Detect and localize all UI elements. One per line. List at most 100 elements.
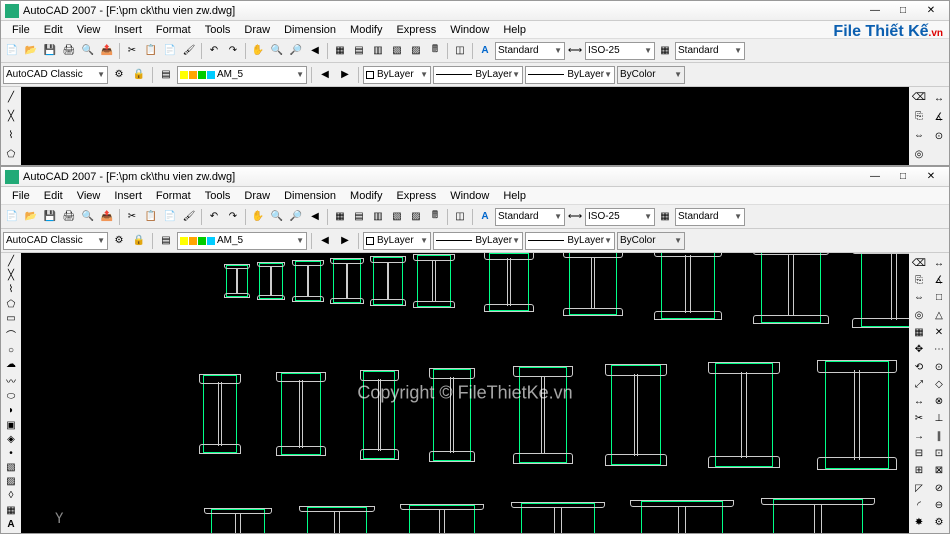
ibeam-section[interactable] — [281, 373, 321, 455]
tp-icon[interactable]: ▥ — [369, 42, 387, 60]
line-icon[interactable]: ╱ — [2, 255, 20, 268]
erase-icon[interactable]: ⌫ — [910, 255, 928, 271]
snappar-icon[interactable]: ∥ — [930, 428, 948, 444]
ws-lock-icon[interactable]: 🔒 — [130, 66, 148, 84]
snapcen-icon[interactable]: ⊙ — [930, 359, 948, 375]
zoom-icon[interactable]: 🔍 — [268, 208, 286, 226]
dimstyle-icon[interactable]: ⟷ — [566, 42, 584, 60]
preview-icon[interactable]: 🔍 — [79, 42, 97, 60]
layer-combo[interactable]: AM_5▼ — [177, 66, 307, 84]
rev-icon[interactable]: ☁ — [2, 358, 20, 371]
menu-express[interactable]: Express — [391, 23, 441, 37]
menu-view[interactable]: View — [72, 23, 106, 37]
text-style-combo[interactable]: Standard▼ — [495, 208, 565, 226]
color-combo[interactable]: ByLayer▼ — [363, 66, 431, 84]
textstyle-icon[interactable]: A — [476, 42, 494, 60]
publish-icon[interactable]: 📤 — [98, 208, 116, 226]
stretch-icon[interactable]: ↔ — [910, 394, 928, 410]
snapend-icon[interactable]: □ — [930, 290, 948, 306]
open-icon[interactable]: 📂 — [22, 208, 40, 226]
cline-icon[interactable]: ╳ — [2, 108, 20, 126]
pline-icon[interactable]: ⌇ — [2, 127, 20, 145]
menu-draw[interactable]: Draw — [239, 189, 275, 203]
ibeam-section[interactable] — [773, 499, 863, 533]
print-icon[interactable]: 🖨 — [60, 42, 78, 60]
snapext-icon[interactable]: ⋯ — [930, 342, 948, 358]
ibeam-section[interactable] — [761, 253, 821, 323]
cline-icon[interactable]: ╳ — [2, 269, 20, 282]
erase-icon[interactable]: ⌫ — [910, 89, 928, 107]
snapnone-icon[interactable]: ⊖ — [930, 497, 948, 513]
layer-prev-icon[interactable]: ◀ — [316, 66, 334, 84]
table-icon[interactable]: ▦ — [2, 504, 20, 517]
ibeam-section[interactable] — [641, 501, 723, 533]
save-icon[interactable]: 💾 — [41, 208, 59, 226]
move-icon[interactable]: ✥ — [910, 342, 928, 358]
menu-file[interactable]: File — [7, 23, 35, 37]
extend-icon[interactable]: → — [910, 428, 928, 444]
dim3-icon[interactable]: ⊙ — [930, 127, 948, 145]
pline-icon[interactable]: ⌇ — [2, 283, 20, 296]
new-icon[interactable]: 📄 — [3, 208, 21, 226]
undo-icon[interactable]: ↶ — [205, 208, 223, 226]
make-icon[interactable]: ◈ — [2, 433, 20, 446]
text-style-combo[interactable]: Standard▼ — [495, 42, 565, 60]
ibeam-section[interactable] — [203, 375, 237, 453]
zoom-icon[interactable]: 🔍 — [268, 42, 286, 60]
pan-icon[interactable]: ✋ — [249, 208, 267, 226]
ws-settings-icon[interactable]: ⚙ — [110, 66, 128, 84]
minimize-button[interactable]: — — [861, 169, 889, 185]
chamfer-icon[interactable]: ◸ — [910, 480, 928, 496]
menu-format[interactable]: Format — [151, 23, 196, 37]
layer-state-icon[interactable]: ▶ — [336, 232, 354, 250]
explode-icon[interactable]: ✸ — [910, 515, 928, 531]
zoomp-icon[interactable]: ◀ — [306, 208, 324, 226]
dimstyle-icon[interactable]: ⟷ — [566, 208, 584, 226]
paste-icon[interactable]: 📄 — [161, 42, 179, 60]
ibeam-section[interactable] — [373, 257, 403, 305]
menu-modify[interactable]: Modify — [345, 189, 387, 203]
ssm-icon[interactable]: ▧ — [388, 208, 406, 226]
ssm-icon[interactable]: ▧ — [388, 42, 406, 60]
ibeam-section[interactable] — [333, 259, 361, 303]
ibeam-section[interactable] — [519, 367, 567, 463]
dim-style-combo[interactable]: ISO-25▼ — [585, 208, 655, 226]
line-icon[interactable]: ╱ — [2, 89, 20, 107]
snapnode-icon[interactable]: ⊠ — [930, 463, 948, 479]
ibeam-section[interactable] — [489, 253, 529, 311]
ibeam-section[interactable] — [211, 509, 265, 533]
ibeam-section[interactable] — [307, 507, 367, 533]
lweight-combo[interactable]: ByLayer▼ — [525, 66, 615, 84]
drawing-canvas-2[interactable]: Copyright © FileThietKe.vn Y — [21, 253, 909, 533]
preview-icon[interactable]: 🔍 — [79, 208, 97, 226]
menu-edit[interactable]: Edit — [39, 23, 68, 37]
rotate-icon[interactable]: ⟲ — [910, 359, 928, 375]
snapnear-icon[interactable]: ⊘ — [930, 480, 948, 496]
ibeam-section[interactable] — [226, 265, 248, 297]
ellipse-icon[interactable]: ⬭ — [2, 390, 20, 403]
minimize-button[interactable]: — — [861, 3, 889, 19]
redo-icon[interactable]: ↷ — [224, 208, 242, 226]
menu-express[interactable]: Express — [391, 189, 441, 203]
dc-icon[interactable]: ▤ — [350, 208, 368, 226]
cut-icon[interactable]: ✂ — [123, 208, 141, 226]
cut-icon[interactable]: ✂ — [123, 42, 141, 60]
ibeam-section[interactable] — [521, 503, 595, 533]
break-icon[interactable]: ⊟ — [910, 445, 928, 461]
zoomp-icon[interactable]: ◀ — [306, 42, 324, 60]
ibeam-section[interactable] — [363, 371, 395, 459]
ibeam-section[interactable] — [259, 263, 283, 299]
table-style-combo[interactable]: Standard▼ — [675, 42, 745, 60]
layer-state-icon[interactable]: ▶ — [336, 66, 354, 84]
offset-icon[interactable]: ◎ — [910, 145, 928, 163]
ibeam-section[interactable] — [611, 365, 661, 465]
arc-icon[interactable]: ⌒ — [2, 326, 20, 343]
mirror-icon[interactable]: ⇔ — [910, 290, 928, 306]
paste-icon[interactable]: 📄 — [161, 208, 179, 226]
be-icon[interactable]: ◫ — [451, 208, 469, 226]
tp-icon[interactable]: ▥ — [369, 208, 387, 226]
menu-dimension[interactable]: Dimension — [279, 23, 341, 37]
copy-icon[interactable]: 📋 — [142, 42, 160, 60]
rect-icon[interactable]: ▭ — [2, 312, 20, 325]
ibeam-section[interactable] — [409, 505, 475, 533]
